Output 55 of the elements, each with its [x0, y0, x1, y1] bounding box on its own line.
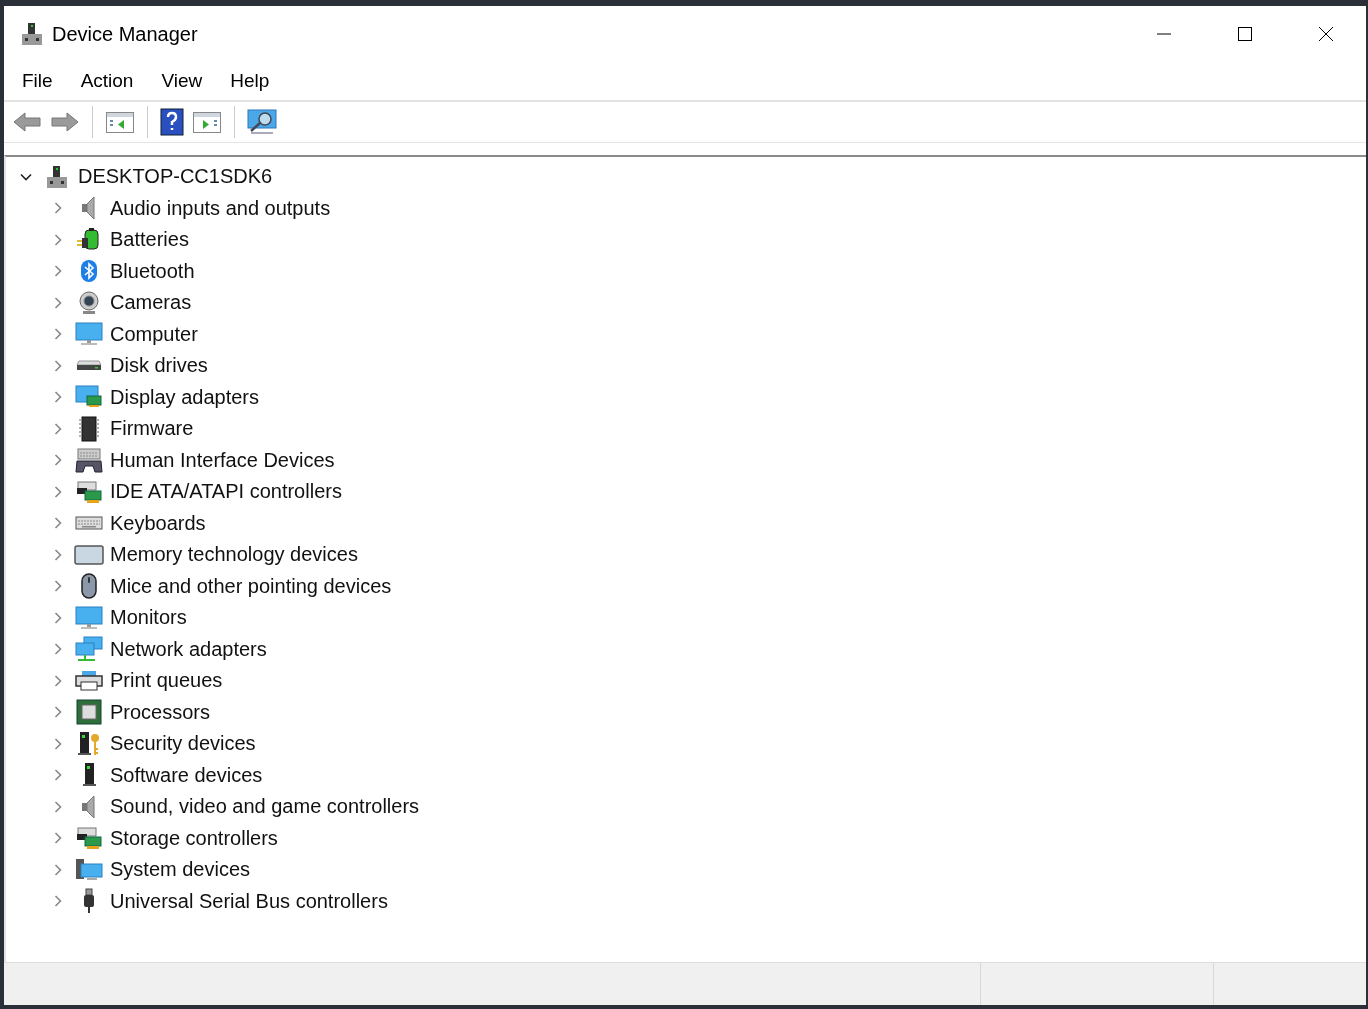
tree-item[interactable]: Audio inputs and outputs [110, 196, 1366, 220]
tree-item[interactable]: Security devices [110, 732, 1366, 756]
tree-item[interactable]: Monitors [110, 606, 1366, 630]
tree-item[interactable]: Software devices [110, 763, 1366, 787]
menu-item[interactable]: Help [222, 70, 284, 92]
tree-item[interactable]: Display adapters [110, 385, 1366, 409]
close-icon[interactable] [1318, 26, 1334, 42]
network-monitors-icon [75, 636, 103, 663]
tree-item[interactable]: Keyboards [110, 511, 1366, 535]
tree-item[interactable]: Processors [110, 700, 1366, 724]
menu-item[interactable]: File [14, 70, 67, 92]
tree-item[interactable]: Human Interface Devices [110, 448, 1366, 472]
monitor-search-icon[interactable] [247, 109, 277, 135]
monitor-tower-icon [75, 857, 103, 882]
tree-item[interactable]: Firmware [110, 417, 1366, 441]
tree-item[interactable]: IDE ATA/ATAPI controllers [110, 480, 1366, 504]
printer-icon [75, 668, 103, 693]
tree-item[interactable]: Disk drives [110, 354, 1366, 378]
tree-item[interactable]: Batteries [110, 228, 1366, 252]
tree-item[interactable]: Computer [110, 322, 1366, 346]
window-pane-icon[interactable] [105, 110, 135, 134]
tree-item[interactable]: Mice and other pointing devices [110, 574, 1366, 598]
back-arrow-icon[interactable] [12, 110, 42, 134]
forward-arrow-icon[interactable] [50, 110, 80, 134]
tree-item[interactable]: Universal Serial Bus controllers [110, 889, 1366, 913]
tree-item[interactable]: Cameras [110, 291, 1366, 315]
monitor-icon [75, 605, 103, 630]
webcam-icon [77, 290, 101, 315]
menu-item[interactable]: View [153, 70, 217, 92]
disk-drive-icon [76, 360, 102, 372]
battery-icon [76, 226, 102, 253]
tree-item[interactable]: System devices [110, 858, 1366, 882]
monitor-icon [75, 322, 103, 347]
memory-panel-icon [74, 542, 104, 567]
keyboard-gamepad-icon [75, 447, 103, 474]
tree-item[interactable]: Sound, video and game controllers [110, 795, 1366, 819]
window-pane-icon[interactable] [192, 110, 222, 134]
circuit-card-icon [75, 478, 103, 505]
tree-item[interactable]: Print queues [110, 669, 1366, 693]
maximize-icon[interactable] [1237, 26, 1253, 42]
window-title: Device Manager [52, 22, 199, 46]
device-icon [20, 22, 44, 46]
menu-item[interactable]: Action [72, 70, 148, 92]
tree-item[interactable]: Bluetooth [110, 259, 1366, 283]
circuit-card-icon [75, 825, 103, 852]
tree-item[interactable]: Network adapters [110, 637, 1366, 661]
monitor-card-icon [75, 385, 103, 410]
tree-item[interactable]: Memory technology devices [110, 543, 1366, 567]
help-icon[interactable] [160, 108, 184, 136]
device-icon [45, 164, 69, 189]
tree-item[interactable]: Storage controllers [110, 826, 1366, 850]
tree-item[interactable]: DESKTOP-CC1SDK6 [78, 165, 1366, 189]
tower-key-icon [76, 730, 102, 757]
processor-icon [76, 699, 102, 726]
chip-icon [77, 415, 101, 442]
